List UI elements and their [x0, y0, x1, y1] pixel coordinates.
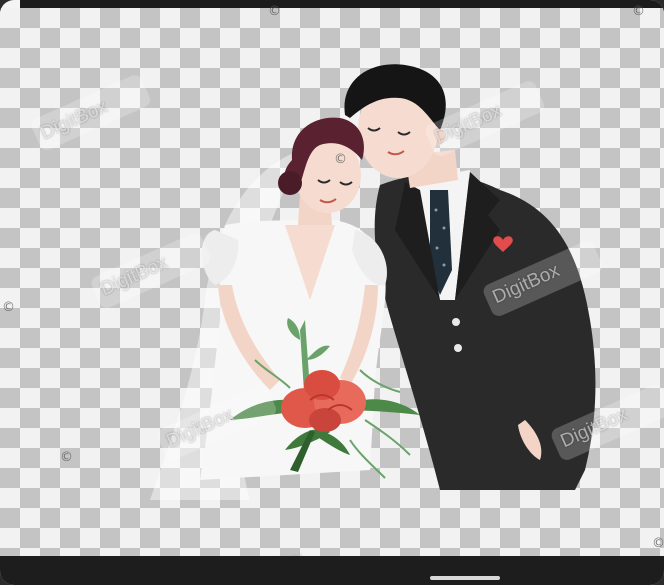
- copyright-icon: ©: [60, 450, 73, 465]
- copyright-icon: ©: [334, 152, 347, 167]
- image-frame: DigitBox DigitBox DigitBox DigitBox Digi…: [0, 0, 664, 585]
- suit-button: [452, 318, 460, 326]
- copyright-icon: ©: [2, 300, 15, 315]
- copyright-icon: ©: [268, 4, 281, 19]
- suit-button: [454, 344, 462, 352]
- bride-hair-bun: [278, 171, 302, 195]
- copyright-icon: ©: [632, 4, 645, 19]
- bottom-edge-strip: [0, 556, 664, 585]
- copyright-icon: ©: [652, 536, 664, 551]
